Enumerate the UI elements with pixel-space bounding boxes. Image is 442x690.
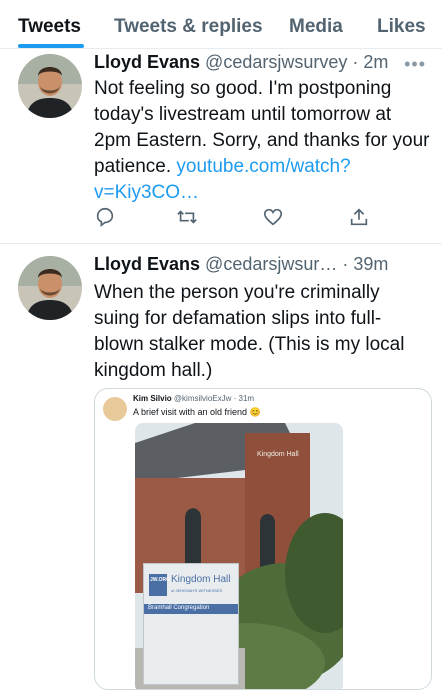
tweet-text: When the person you're criminally suing …	[94, 282, 405, 381]
dot-separator: ·	[233, 394, 237, 403]
avatar[interactable]	[18, 256, 82, 320]
dot-separator: ·	[342, 254, 349, 274]
dot-separator: ·	[352, 52, 359, 72]
timestamp[interactable]: 2m	[363, 52, 388, 72]
tweet-text: Not feeling so good. I'm postponing toda…	[94, 78, 430, 203]
quoted-avatar[interactable]	[103, 397, 127, 421]
reply-icon[interactable]	[94, 206, 116, 228]
tab-tweets-and-replies[interactable]: Tweets & replies	[114, 16, 263, 38]
sign-subtitle: of JEHOVAH'S WITNESSES	[171, 588, 223, 593]
sign-title: Kingdom Hall	[171, 574, 231, 585]
display-name[interactable]: Lloyd Evans	[94, 52, 200, 72]
quoted-tweet[interactable]: Kim Silvio @kimsilvioExJw · 31m A brief …	[94, 388, 432, 690]
tab-media[interactable]: Media	[289, 16, 343, 38]
wall-sign-text: Kingdom Hall	[257, 451, 299, 458]
sign-location: Bramhall Congregation	[148, 605, 210, 611]
quoted-timestamp: 31m	[238, 394, 255, 403]
retweet-icon[interactable]	[176, 206, 198, 228]
display-name[interactable]: Lloyd Evans	[94, 254, 200, 274]
avatar[interactable]	[18, 54, 82, 118]
tab-likes[interactable]: Likes	[377, 16, 426, 38]
more-options-icon[interactable]: •••	[404, 54, 426, 75]
like-icon[interactable]	[262, 206, 284, 228]
tweet-actions	[94, 206, 394, 230]
user-handle[interactable]: @cedarsjwsurvey	[205, 52, 347, 72]
user-handle[interactable]: @cedarsjwsur…	[205, 254, 337, 274]
timestamp[interactable]: 39m	[353, 254, 388, 274]
profile-tabs: Tweets Tweets & replies Media Likes	[0, 0, 442, 49]
kingdom-hall-photo[interactable]: Kingdom Hall JW.ORG Kingdom Hall of JEHO…	[135, 423, 343, 689]
quoted-display-name: Kim Silvio	[133, 394, 172, 403]
tweet[interactable]: Lloyd Evans @cedarsjwsurvey · 2m ••• Not…	[0, 48, 442, 244]
sign-logo-text: JW.ORG	[150, 577, 171, 583]
tweet-header: Lloyd Evans @cedarsjwsur… · 39m	[94, 254, 388, 275]
quoted-tweet-header: Kim Silvio @kimsilvioExJw · 31m	[133, 394, 254, 403]
quoted-user-handle: @kimsilvioExJw	[173, 394, 232, 403]
smile-emoji-icon: 😊	[249, 407, 261, 417]
tab-tweets[interactable]: Tweets	[18, 16, 81, 38]
kingdom-hall-sign: JW.ORG Kingdom Hall of JEHOVAH'S WITNESS…	[143, 563, 239, 685]
share-icon[interactable]	[348, 206, 370, 228]
quoted-tweet-text: A brief visit with an old friend 😊	[133, 407, 261, 417]
tweet-header: Lloyd Evans @cedarsjwsurvey · 2m	[94, 52, 388, 73]
